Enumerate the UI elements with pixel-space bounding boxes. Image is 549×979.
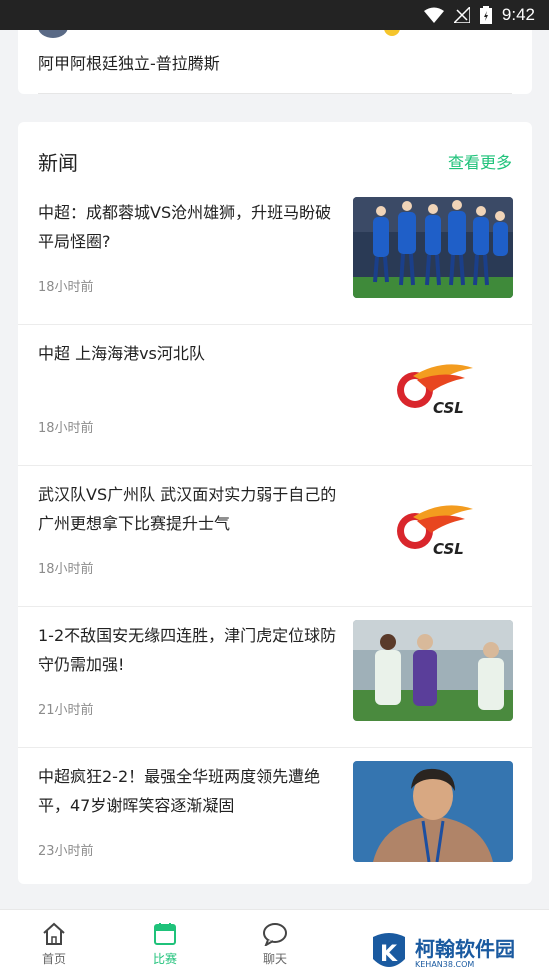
players-match-photo [353, 620, 513, 721]
nav-match-label: 比赛 [152, 952, 177, 966]
wifi-icon [423, 7, 444, 23]
news-card: 新闻 查看更多 中超：成都蓉城VS沧州雄狮，升班马盼破平局怪圈? 18小时前 中… [18, 122, 532, 884]
match-title: 阿甲阿根廷独立-普拉腾斯 [38, 54, 220, 73]
news-item[interactable]: 1-2不敌国安无缘四连胜，津门虎定位球防守仍需加强! 21小时前 [18, 607, 532, 748]
coach-portrait-photo [353, 761, 513, 862]
news-time: 21小时前 [38, 703, 94, 718]
news-item[interactable]: 武汉队VS广州队 武汉面对实力弱于自己的广州更想拿下比赛提升士气 18小时前 C… [18, 466, 532, 607]
signal-icon [453, 7, 470, 23]
watermark-sub: KEHAN38.COM [415, 959, 475, 969]
chat-bubble-icon [262, 922, 288, 948]
csl-logo-text: CSL [433, 540, 464, 558]
news-time: 18小时前 [38, 421, 94, 436]
news-headline: 武汉队VS广州队 武汉面对实力弱于自己的广州更想拿下比赛提升士气 [38, 485, 337, 533]
team-celebration-photo [353, 197, 513, 298]
status-bar: 9:42 [0, 0, 549, 30]
news-headline: 1-2不敌国安无缘四连胜，津门虎定位球防守仍需加强! [38, 626, 337, 674]
watermark-letter: K [380, 942, 398, 967]
nav-chat[interactable]: 聊天 [245, 922, 305, 967]
see-more-link[interactable]: 查看更多 [448, 149, 512, 173]
news-item[interactable]: 中超：成都蓉城VS沧州雄狮，升班马盼破平局怪圈? 18小时前 [18, 184, 532, 325]
news-item[interactable]: 中超 上海海港vs河北队 18小时前 CSL [18, 325, 532, 466]
watermark-title: 柯翰软件园 [415, 936, 515, 961]
nav-home-label: 首页 [41, 952, 66, 966]
watermark-logo: K [373, 933, 405, 967]
news-item[interactable]: 中超疯狂2-2！最强全华班两度领先遭绝平，47岁谢晖笑容逐渐凝固 23小时前 [18, 748, 532, 884]
news-headline: 中超 上海海港vs河北队 [38, 344, 205, 363]
news-headline: 中超：成都蓉城VS沧州雄狮，升班马盼破平局怪圈? [38, 203, 332, 251]
battery-icon [479, 6, 492, 24]
watermark: K 柯翰软件园 KEHAN38.COM [349, 927, 549, 979]
csl-logo: CSL [353, 479, 513, 580]
match-card-header-peek [38, 16, 512, 38]
news-headline: 中超疯狂2-2！最强全华班两度领先遭绝平，47岁谢晖笑容逐渐凝固 [38, 767, 321, 815]
nav-match[interactable]: 比赛 [135, 922, 195, 967]
news-header: 新闻 查看更多 [38, 146, 512, 176]
status-time: 9:42 [501, 5, 535, 24]
home-icon [41, 922, 67, 946]
nav-home[interactable]: 首页 [24, 922, 84, 967]
news-time: 18小时前 [38, 562, 94, 577]
csl-logo-text: CSL [433, 399, 464, 417]
csl-logo: CSL [353, 338, 513, 439]
news-section-title: 新闻 [38, 150, 78, 175]
news-time: 23小时前 [38, 844, 94, 859]
nav-chat-label: 聊天 [262, 952, 287, 966]
calendar-icon [152, 922, 178, 946]
news-time: 18小时前 [38, 280, 94, 295]
divider [38, 93, 512, 94]
